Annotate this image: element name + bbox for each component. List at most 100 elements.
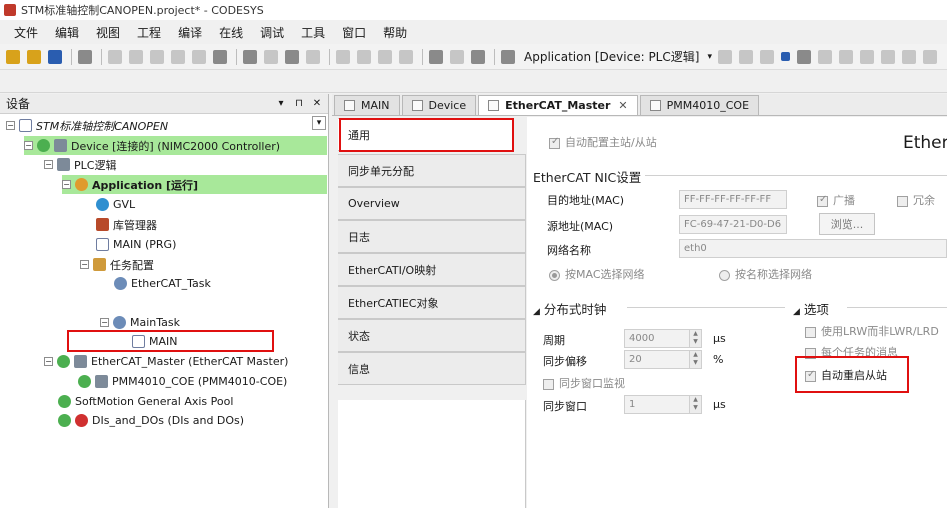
- pane-menu-icon[interactable]: ▾: [274, 98, 288, 109]
- collapse-icon[interactable]: −: [100, 318, 109, 327]
- find-icon[interactable]: [243, 49, 257, 64]
- new-file-icon[interactable]: [6, 49, 20, 64]
- undo-icon[interactable]: [108, 49, 122, 64]
- side-tab-io-mapping[interactable]: EtherCATI/O映射: [338, 253, 526, 286]
- step-back-icon[interactable]: [880, 49, 895, 64]
- collapse-arrow-icon[interactable]: ◢: [793, 307, 800, 317]
- broadcast-checkbox[interactable]: 广播: [817, 192, 855, 208]
- run-icon[interactable]: [759, 49, 774, 64]
- menu-help[interactable]: 帮助: [383, 24, 407, 41]
- find-all-icon[interactable]: [285, 49, 299, 64]
- tree-item-project[interactable]: − STM标准轴控制CANOPEN: [6, 116, 168, 135]
- sync-window-field[interactable]: 1 ▲ ▼: [624, 395, 702, 414]
- collapse-icon[interactable]: −: [44, 160, 53, 169]
- login-icon[interactable]: [717, 49, 732, 64]
- step-over-icon[interactable]: [817, 49, 832, 64]
- collapse-icon[interactable]: −: [24, 141, 33, 150]
- build-icon[interactable]: [429, 49, 443, 64]
- bookmark-icon[interactable]: [336, 49, 350, 64]
- redo-icon[interactable]: [129, 49, 143, 64]
- menu-online[interactable]: 在线: [219, 24, 243, 41]
- save-icon[interactable]: [48, 49, 62, 64]
- collapse-icon[interactable]: −: [6, 121, 15, 130]
- bookmark-prev-icon[interactable]: [357, 49, 371, 64]
- step-into-icon[interactable]: [838, 49, 853, 64]
- tab-pmm-coe[interactable]: PMM4010_COE: [639, 95, 760, 115]
- menu-file[interactable]: 文件: [14, 24, 38, 41]
- menu-build[interactable]: 编译: [178, 24, 202, 41]
- menu-view[interactable]: 视图: [96, 24, 120, 41]
- browse-button[interactable]: 浏览...: [819, 213, 875, 235]
- network-name-field[interactable]: eth0: [679, 239, 947, 258]
- force-values-icon[interactable]: [922, 49, 937, 64]
- side-tab-info[interactable]: 信息: [338, 352, 526, 385]
- spinner-icon[interactable]: ▲ ▼: [689, 351, 701, 368]
- export-icon[interactable]: [471, 49, 485, 64]
- pane-dock-icon[interactable]: ⊓: [292, 98, 306, 109]
- calendar-icon[interactable]: [501, 49, 515, 64]
- tree-item-application[interactable]: − Application [运行]: [62, 175, 327, 194]
- tree-item-pmm-coe[interactable]: PMM4010_COE (PMM4010-COE): [78, 372, 287, 391]
- menu-debug[interactable]: 调试: [260, 24, 284, 41]
- collapse-icon[interactable]: −: [44, 357, 53, 366]
- menu-project[interactable]: 工程: [137, 24, 161, 41]
- cut-icon[interactable]: [150, 49, 164, 64]
- side-tab-status[interactable]: 状态: [338, 319, 526, 352]
- redundancy-checkbox[interactable]: 冗余: [897, 192, 935, 208]
- tree-item-task-config[interactable]: − 任务配置: [80, 255, 154, 274]
- tree-item-main-prg[interactable]: MAIN (PRG): [96, 235, 176, 254]
- step-out-icon[interactable]: [859, 49, 874, 64]
- bookmark-clear-icon[interactable]: [399, 49, 413, 64]
- tree-item-plc-logic[interactable]: − PLC逻辑: [44, 155, 116, 174]
- tree-item-device[interactable]: − Device [连接的] (NIMC2000 Controller): [24, 136, 327, 155]
- replace-icon[interactable]: [264, 49, 278, 64]
- open-folder-icon[interactable]: [27, 49, 41, 64]
- spinner-icon[interactable]: ▲ ▼: [689, 396, 701, 413]
- dest-mac-field[interactable]: FF-FF-FF-FF-FF-FF: [679, 190, 787, 209]
- tree-item-softmotion-pool[interactable]: SoftMotion General Axis Pool: [58, 392, 233, 411]
- spinner-icon[interactable]: ▲ ▼: [689, 330, 701, 347]
- src-mac-field[interactable]: FC-69-47-21-D0-D6: [679, 215, 787, 234]
- side-tab-iec-objects[interactable]: EtherCATIEC对象: [338, 286, 526, 319]
- tree-item-library-manager[interactable]: 库管理器: [96, 215, 157, 234]
- pane-close-icon[interactable]: ✕: [310, 98, 324, 109]
- side-tab-sync-unit[interactable]: 同步单元分配: [338, 154, 526, 187]
- close-tab-icon[interactable]: ✕: [618, 99, 627, 112]
- sync-window-monitor-checkbox[interactable]: 同步窗口监视: [543, 375, 625, 391]
- tab-ethercat-master[interactable]: EtherCAT_Master ✕: [478, 95, 638, 115]
- indent-icon[interactable]: [450, 49, 464, 64]
- tree-item-ethercat-master[interactable]: − EtherCAT_Master (EtherCAT Master): [44, 352, 288, 371]
- delete-icon[interactable]: [213, 49, 227, 64]
- menu-window[interactable]: 窗口: [342, 24, 366, 41]
- cycle-field[interactable]: 4000 ▲ ▼: [624, 329, 702, 348]
- bookmark-next-icon[interactable]: [378, 49, 392, 64]
- write-values-icon[interactable]: [901, 49, 916, 64]
- logout-icon[interactable]: [738, 49, 753, 64]
- copy-icon[interactable]: [171, 49, 185, 64]
- find-next-icon[interactable]: [306, 49, 320, 64]
- sync-offset-field[interactable]: 20 ▲ ▼: [624, 350, 702, 369]
- paste-icon[interactable]: [192, 49, 206, 64]
- tree-item-gvl[interactable]: GVL: [96, 195, 135, 214]
- collapse-arrow-icon[interactable]: ◢: [533, 307, 540, 317]
- tab-device[interactable]: Device: [401, 95, 477, 115]
- chevron-down-icon[interactable]: ▾: [707, 52, 712, 62]
- auto-config-checkbox[interactable]: 自动配置主站/从站: [549, 134, 657, 150]
- use-lrw-checkbox[interactable]: 使用LRW而非LWR/LRD: [805, 323, 939, 339]
- select-by-mac-radio[interactable]: 按MAC选择网络: [549, 266, 645, 282]
- stop-icon[interactable]: [780, 52, 790, 61]
- collapse-icon[interactable]: −: [80, 260, 89, 269]
- side-tab-overview[interactable]: Overview: [338, 187, 526, 220]
- tab-main[interactable]: MAIN: [334, 95, 400, 115]
- select-by-name-radio[interactable]: 按名称选择网络: [719, 266, 812, 282]
- side-tab-log[interactable]: 日志: [338, 220, 526, 253]
- menu-tools[interactable]: 工具: [301, 24, 325, 41]
- collapse-icon[interactable]: −: [62, 180, 71, 189]
- tree-item-dis-dos[interactable]: DIs_and_DOs (DIs and DOs): [58, 411, 244, 430]
- print-icon[interactable]: [78, 49, 92, 64]
- tree-item-ethercat-task[interactable]: EtherCAT_Task: [114, 274, 211, 293]
- application-selector[interactable]: Application [Device: PLC逻辑]: [524, 48, 699, 65]
- menu-edit[interactable]: 编辑: [55, 24, 79, 41]
- reset-icon[interactable]: [796, 49, 811, 64]
- tree-dropdown-icon[interactable]: ▾: [312, 116, 326, 130]
